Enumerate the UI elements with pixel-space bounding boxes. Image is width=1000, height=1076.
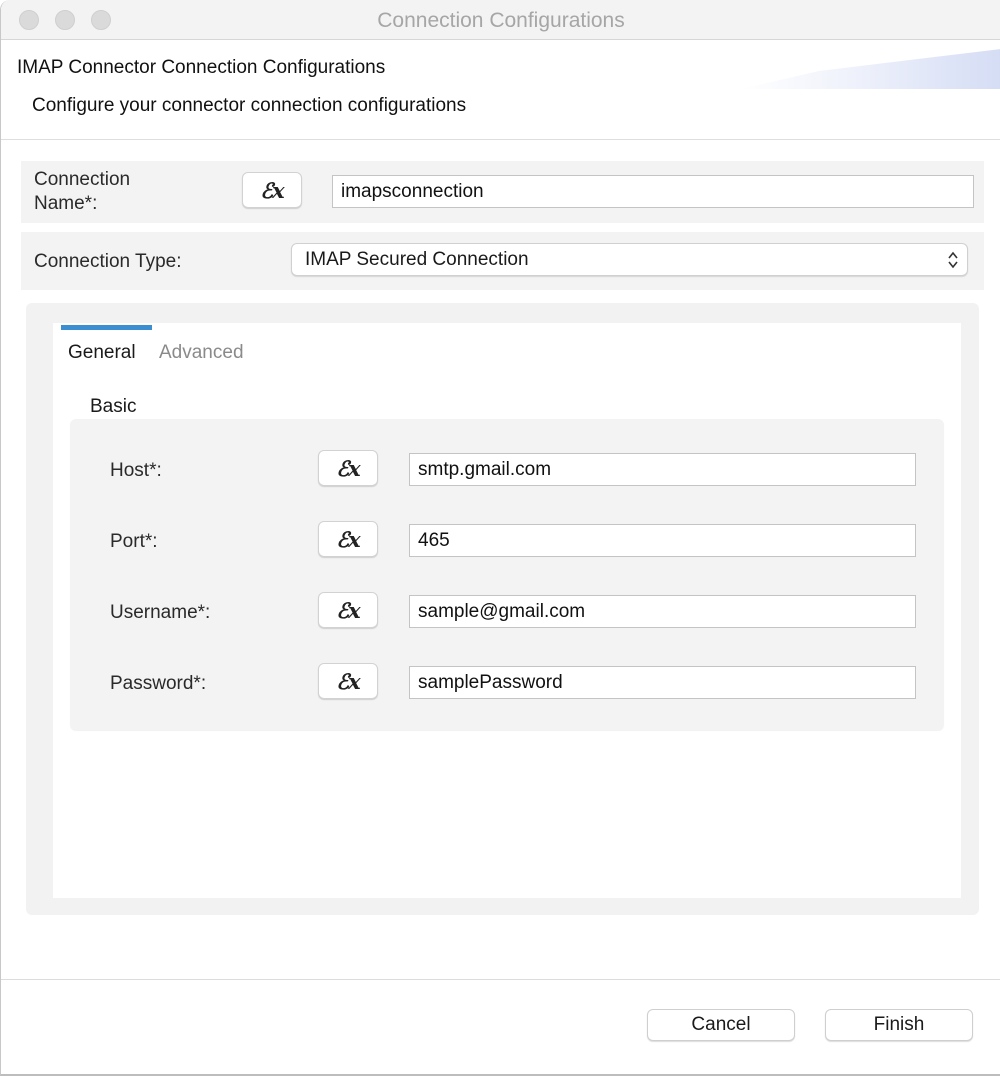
port-expression-button[interactable]: ℰx — [318, 521, 378, 557]
footer-divider — [1, 979, 1000, 980]
active-tab-indicator — [61, 325, 152, 330]
wizard-description: Configure your connector connection conf… — [32, 95, 467, 116]
host-label: Host*: — [110, 460, 162, 481]
connection-type-selected: IMAP Secured Connection — [305, 249, 529, 270]
password-label: Password*: — [110, 673, 207, 694]
title-bar: Connection Configurations — [1, 0, 1000, 40]
password-input[interactable] — [409, 666, 916, 699]
connection-type-select[interactable]: IMAP Secured Connection — [291, 243, 968, 276]
up-down-chevron-icon — [948, 251, 958, 269]
port-label: Port*: — [110, 531, 158, 552]
host-expression-button[interactable]: ℰx — [318, 450, 378, 486]
connection-name-input[interactable] — [332, 175, 974, 208]
finish-button[interactable]: Finish — [825, 1009, 973, 1041]
connection-name-expression-button[interactable]: ℰx — [242, 172, 302, 208]
tab-advanced[interactable]: Advanced — [159, 342, 244, 364]
password-expression-button[interactable]: ℰx — [318, 663, 378, 699]
wizard-title: IMAP Connector Connection Configurations — [17, 57, 386, 78]
window-title: Connection Configurations — [377, 9, 625, 32]
tab-general[interactable]: General — [68, 342, 136, 364]
cancel-button[interactable]: Cancel — [647, 1009, 795, 1041]
port-input[interactable] — [409, 524, 916, 557]
expression-icon: ℰx — [336, 526, 360, 552]
host-input[interactable] — [409, 453, 916, 486]
dialog-window: Connection Configurations IMAP Connector… — [0, 0, 1000, 1076]
connection-name-label: Connection Name*: — [34, 169, 131, 214]
username-label: Username*: — [110, 602, 211, 623]
banner-decoration — [741, 49, 1000, 89]
username-expression-button[interactable]: ℰx — [318, 592, 378, 628]
basic-group-label: Basic — [90, 396, 137, 417]
wizard-banner: IMAP Connector Connection Configurations… — [1, 41, 1000, 140]
expression-icon: ℰx — [336, 597, 360, 623]
username-input[interactable] — [409, 595, 916, 628]
expression-icon: ℰx — [336, 668, 360, 694]
expression-icon: ℰx — [336, 455, 360, 481]
connection-type-label: Connection Type: — [34, 251, 182, 272]
expression-icon: ℰx — [260, 177, 284, 203]
